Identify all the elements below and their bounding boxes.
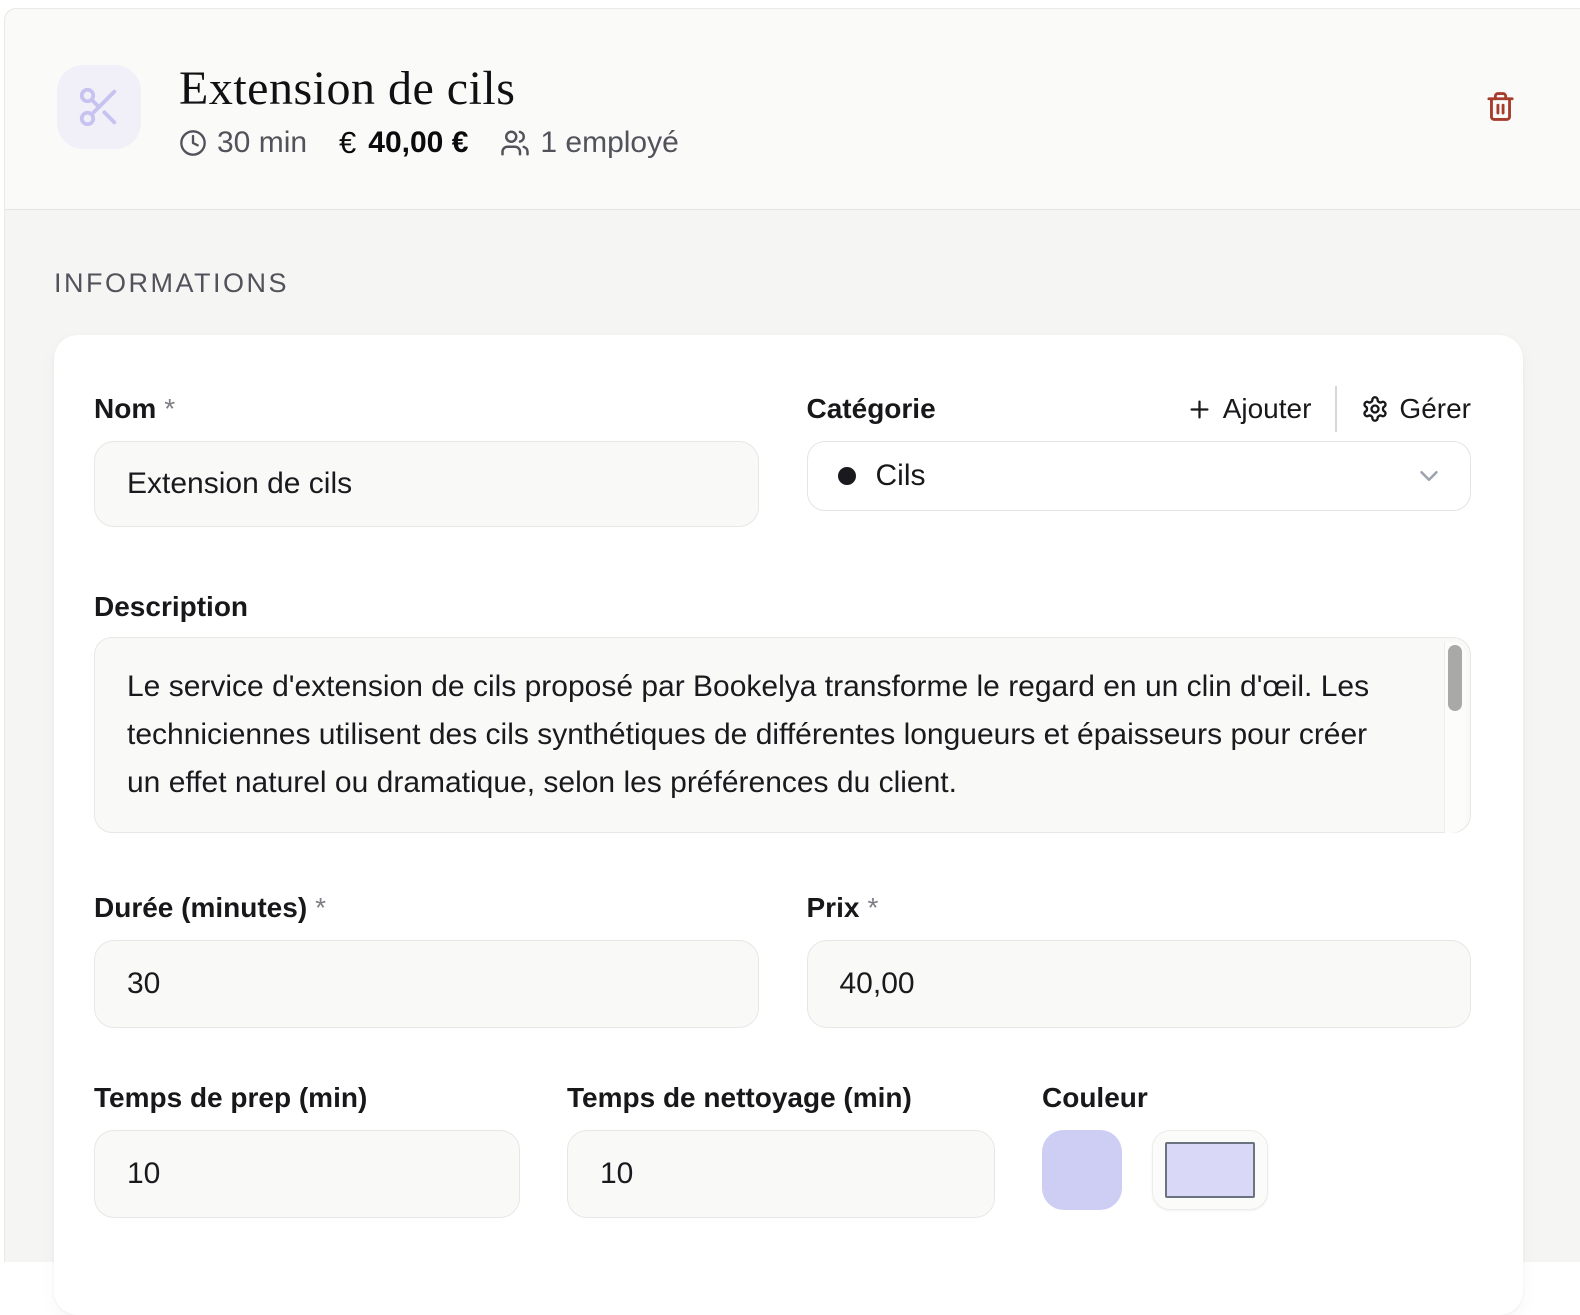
employees-text: 1 employé — [540, 126, 679, 159]
page-title: Extension de cils — [179, 62, 516, 115]
color-picker-preview — [1165, 1142, 1255, 1198]
prep-time-label: Temps de prep (min) — [94, 1082, 368, 1113]
category-color-dot — [837, 467, 856, 485]
description-field: Description Le service d'extension de ci… — [94, 591, 1471, 838]
chevron-down-icon — [1414, 461, 1444, 491]
category-select[interactable]: Cils — [806, 441, 1471, 511]
category-field: Catégorie Ajouter Gérer Cils — [806, 386, 1471, 527]
prep-time-input[interactable] — [94, 1130, 520, 1218]
required-mark: * — [164, 393, 176, 424]
color-swatch[interactable] — [1042, 1130, 1122, 1210]
divider — [1335, 386, 1338, 432]
cleanup-time-input[interactable] — [567, 1130, 995, 1218]
clock-icon — [179, 129, 207, 157]
manage-categories-button[interactable]: Gérer — [1361, 393, 1471, 425]
euro-icon: € — [339, 125, 357, 160]
price-text: 40,00 € — [368, 126, 469, 159]
service-header: Extension de cils 30 min € 40,00 € 1 emp… — [5, 9, 1580, 210]
gear-icon — [1361, 395, 1389, 423]
scrollbar-thumb[interactable] — [1448, 645, 1462, 711]
price-label: Prix * — [806, 892, 879, 923]
service-detail-panel: Extension de cils 30 min € 40,00 € 1 emp… — [4, 8, 1580, 1315]
name-input[interactable] — [94, 441, 759, 527]
required-mark: * — [315, 892, 327, 923]
duration-field: Durée (minutes) * — [94, 892, 759, 1028]
users-icon — [500, 128, 530, 158]
cleanup-time-field: Temps de nettoyage (min) — [567, 1082, 995, 1218]
employees-meta: 1 employé — [500, 126, 679, 160]
price-input[interactable] — [806, 940, 1471, 1028]
category-label: Catégorie — [806, 393, 936, 424]
color-field: Couleur — [1042, 1082, 1471, 1218]
name-label: Nom * — [94, 393, 176, 424]
add-category-button[interactable]: Ajouter — [1186, 393, 1311, 425]
category-selected-value: Cils — [875, 459, 926, 492]
color-picker-input[interactable] — [1152, 1130, 1268, 1210]
description-label: Description — [94, 591, 249, 622]
color-label: Couleur — [1042, 1082, 1148, 1113]
prep-time-field: Temps de prep (min) — [94, 1082, 520, 1218]
plus-icon — [1186, 396, 1213, 423]
duration-label: Durée (minutes) * — [94, 892, 327, 923]
name-field: Nom * — [94, 393, 759, 527]
required-mark: * — [867, 892, 879, 923]
cleanup-time-label: Temps de nettoyage (min) — [567, 1082, 912, 1113]
price-field: Prix * — [806, 892, 1471, 1028]
section-title: INFORMATIONS — [54, 268, 289, 298]
trash-icon — [1485, 91, 1516, 122]
duration-text: 30 min — [217, 126, 308, 159]
service-icon-box — [57, 65, 141, 149]
price-meta: € 40,00 € — [339, 125, 468, 161]
informations-section: INFORMATIONS Nom* Catégorie — [5, 210, 1580, 1315]
scissors-icon — [76, 84, 122, 130]
duration-input[interactable] — [94, 940, 759, 1028]
service-meta: 30 min € 40,00 € 1 employé — [179, 125, 679, 161]
delete-service-button[interactable] — [1485, 91, 1516, 122]
description-textarea[interactable]: Le service d'extension de cils proposé p… — [94, 637, 1471, 833]
service-form-card: Nom* Catégorie Ajouter — [54, 335, 1523, 1315]
duration-meta: 30 min — [179, 126, 307, 160]
